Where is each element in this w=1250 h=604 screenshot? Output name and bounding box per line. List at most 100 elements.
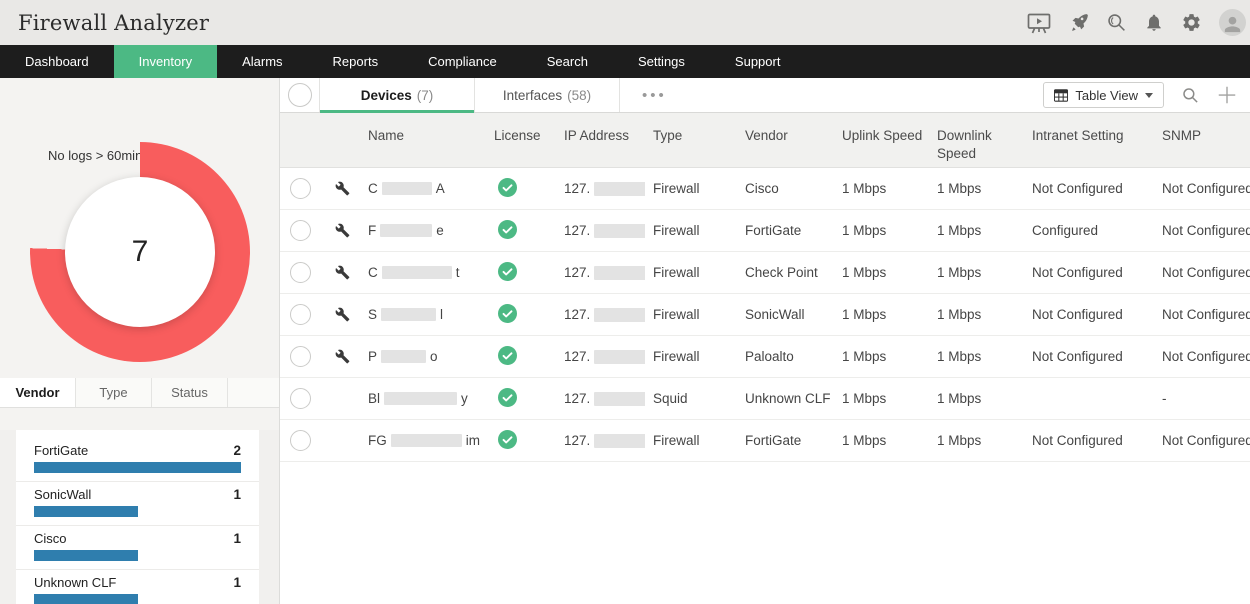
redacted-ip	[594, 434, 645, 448]
vendor-name: SonicWall	[34, 487, 91, 502]
snmp-cell: Not Configured	[1154, 223, 1250, 238]
row-checkbox[interactable]	[290, 178, 311, 199]
tab-devices[interactable]: Devices (7)	[320, 78, 475, 112]
redacted-name	[382, 266, 452, 279]
license-cell	[480, 262, 550, 284]
ip-prefix: 127.	[564, 391, 590, 406]
nav-item-settings[interactable]: Settings	[613, 45, 710, 78]
ip-address-cell: 127.	[550, 307, 645, 322]
table-row[interactable]: Fe127.FirewallFortiGate1 Mbps1 MbpsConfi…	[280, 210, 1250, 252]
uplink-speed-cell: 1 Mbps	[834, 265, 929, 280]
table-row[interactable]: CA127.FirewallCisco1 Mbps1 MbpsNot Confi…	[280, 168, 1250, 210]
license-ok-icon	[498, 262, 517, 284]
table-row[interactable]: Sl127.FirewallSonicWall1 Mbps1 MbpsNot C…	[280, 294, 1250, 336]
device-name-suffix: e	[436, 223, 444, 238]
vendor-cell: Cisco	[737, 181, 834, 196]
select-all-checkbox[interactable]	[288, 83, 312, 107]
search-icon[interactable]	[1106, 12, 1127, 33]
vendor-cell: Unknown CLF	[737, 391, 834, 406]
table-view-button[interactable]: Table View	[1043, 82, 1164, 108]
tab-interfaces-count: (58)	[567, 88, 591, 103]
vendor-name: FortiGate	[34, 443, 88, 458]
presentation-play-icon[interactable]	[1027, 12, 1051, 34]
sidebar-tab-status[interactable]: Status	[152, 378, 228, 407]
user-avatar[interactable]	[1219, 9, 1246, 36]
device-name-suffix: t	[456, 265, 460, 280]
license-cell	[480, 430, 550, 452]
device-name-prefix: FG	[368, 433, 387, 448]
redacted-name	[382, 182, 432, 195]
add-device-icon[interactable]	[1216, 84, 1238, 106]
nav-item-compliance[interactable]: Compliance	[403, 45, 522, 78]
status-donut[interactable]: 7	[30, 142, 250, 362]
nav-item-search[interactable]: Search	[522, 45, 613, 78]
row-checkbox[interactable]	[290, 220, 311, 241]
vendor-cell: FortiGate	[737, 433, 834, 448]
table-search-icon[interactable]	[1181, 86, 1199, 104]
wrench-icon[interactable]	[335, 265, 368, 280]
license-cell	[480, 346, 550, 368]
ip-prefix: 127.	[564, 181, 590, 196]
app-title: Firewall Analyzer	[18, 11, 209, 35]
row-checkbox[interactable]	[290, 388, 311, 409]
tab-interfaces[interactable]: Interfaces (58)	[475, 78, 620, 112]
device-name-prefix: P	[368, 349, 377, 364]
gear-icon[interactable]	[1181, 12, 1202, 33]
column-header-snmp: SNMP	[1154, 113, 1250, 167]
nav-item-alarms[interactable]: Alarms	[217, 45, 307, 78]
bell-icon[interactable]	[1144, 12, 1164, 33]
device-name-cell: CA	[320, 181, 480, 196]
license-ok-icon	[498, 346, 517, 368]
snmp-cell: Not Configured	[1154, 307, 1250, 322]
nav-item-reports[interactable]: Reports	[308, 45, 404, 78]
wrench-icon[interactable]	[335, 349, 368, 364]
nav-item-support[interactable]: Support	[710, 45, 806, 78]
wrench-icon[interactable]	[335, 307, 368, 322]
license-ok-icon	[498, 178, 517, 200]
row-checkbox[interactable]	[290, 430, 311, 451]
vendor-list-item[interactable]: SonicWall1	[16, 482, 259, 526]
redacted-name	[381, 308, 436, 321]
column-header-name: Name	[320, 113, 480, 167]
device-name-suffix: A	[436, 181, 445, 196]
ip-prefix: 127.	[564, 265, 590, 280]
ip-address-cell: 127.	[550, 181, 645, 196]
vendor-cell: Check Point	[737, 265, 834, 280]
table-row[interactable]: Po127.FirewallPaloalto1 Mbps1 MbpsNot Co…	[280, 336, 1250, 378]
vendor-cell: Paloalto	[737, 349, 834, 364]
wrench-icon[interactable]	[335, 181, 368, 196]
row-checkbox[interactable]	[290, 346, 311, 367]
vendor-list-item[interactable]: FortiGate 2	[16, 438, 259, 482]
rocket-icon[interactable]	[1068, 12, 1089, 33]
column-header-license: License	[480, 113, 550, 167]
table-row[interactable]: Bly127.SquidUnknown CLF1 Mbps1 Mbps-	[280, 378, 1250, 420]
nav-item-dashboard[interactable]: Dashboard	[0, 45, 114, 78]
wrench-icon[interactable]	[335, 223, 368, 238]
ip-prefix: 127.	[564, 307, 590, 322]
row-checkbox[interactable]	[290, 304, 311, 325]
more-tabs-button[interactable]: •••	[620, 78, 689, 112]
table-grid-icon	[1054, 89, 1068, 102]
table-row[interactable]: FGim127.FirewallFortiGate1 Mbps1 MbpsNot…	[280, 420, 1250, 462]
vendor-name: Cisco	[34, 531, 67, 546]
redacted-ip	[594, 182, 645, 196]
license-cell	[480, 220, 550, 242]
intranet-setting-cell: Not Configured	[1024, 181, 1154, 196]
sidebar-tab-vendor[interactable]: Vendor	[0, 378, 76, 407]
sidebar-tabs: VendorTypeStatus	[0, 378, 279, 408]
vendor-list-item[interactable]: Cisco1	[16, 526, 259, 570]
license-ok-icon	[498, 430, 517, 452]
type-cell: Firewall	[645, 349, 737, 364]
uplink-speed-cell: 1 Mbps	[834, 433, 929, 448]
snmp-cell: Not Configured	[1154, 181, 1250, 196]
vendor-count: 2	[233, 443, 241, 458]
table-row[interactable]: Ct127.FirewallCheck Point1 Mbps1 MbpsNot…	[280, 252, 1250, 294]
vendor-bar	[34, 594, 138, 604]
sidebar-tab-type[interactable]: Type	[76, 378, 152, 407]
license-ok-icon	[498, 304, 517, 326]
type-cell: Firewall	[645, 307, 737, 322]
row-checkbox[interactable]	[290, 262, 311, 283]
device-table-body: CA 127. Firewall Cisco 1 Mbps 1 Mbps Not Confi…	[280, 168, 1250, 462]
vendor-list-item[interactable]: Unknown CLF1	[16, 570, 259, 604]
nav-item-inventory[interactable]: Inventory	[114, 45, 217, 78]
